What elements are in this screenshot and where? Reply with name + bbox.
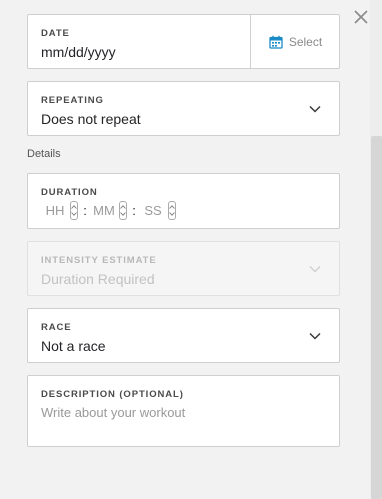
duration-label: DURATION (41, 187, 98, 198)
repeating-select[interactable]: REPEATING Does not repeat (27, 81, 340, 136)
separator: : (83, 203, 87, 218)
intensity-select: INTENSITY ESTIMATE Duration Required (27, 241, 340, 296)
scrollbar-thumb[interactable] (371, 136, 382, 499)
seconds-stepper[interactable] (168, 201, 176, 220)
duration-inputs: HH : MM : SS (41, 201, 178, 220)
chevron-down-icon[interactable] (120, 212, 126, 216)
intensity-value: Duration Required (41, 271, 155, 287)
description-field[interactable]: DESCRIPTION (OPTIONAL) Write about your … (27, 375, 340, 447)
chevron-down-icon[interactable] (308, 331, 322, 341)
close-icon[interactable] (352, 8, 370, 26)
repeating-value: Does not repeat (41, 111, 141, 127)
hours-stepper[interactable] (70, 201, 78, 220)
description-label: DESCRIPTION (OPTIONAL) (41, 389, 184, 400)
race-label: RACE (41, 322, 72, 333)
chevron-down-icon[interactable] (71, 212, 77, 216)
chevron-down-icon (309, 265, 321, 273)
chevron-up-icon[interactable] (120, 205, 126, 209)
date-field[interactable]: DATE mm/dd/yyyy Select (27, 14, 340, 69)
details-heading: Details (27, 148, 61, 160)
repeating-label: REPEATING (41, 95, 104, 106)
intensity-label: INTENSITY ESTIMATE (41, 255, 157, 266)
chevron-up-icon[interactable] (169, 205, 175, 209)
description-textarea[interactable]: Write about your workout (41, 405, 185, 420)
minutes-stepper[interactable] (119, 201, 127, 220)
duration-field[interactable]: DURATION HH : MM : SS (27, 173, 340, 229)
chevron-up-icon[interactable] (71, 205, 77, 209)
race-value: Not a race (41, 338, 106, 354)
race-select[interactable]: RACE Not a race (27, 308, 340, 363)
date-input[interactable]: mm/dd/yyyy (41, 44, 116, 60)
calendar-icon (269, 35, 283, 49)
separator: : (132, 203, 136, 218)
chevron-down-icon[interactable] (308, 104, 322, 114)
select-label: Select (288, 34, 323, 49)
hours-input[interactable]: HH (41, 203, 69, 218)
chevron-down-icon[interactable] (169, 212, 175, 216)
seconds-input[interactable]: SS (139, 203, 167, 218)
date-label: DATE (41, 28, 70, 39)
minutes-input[interactable]: MM (90, 203, 118, 218)
date-select-button[interactable]: Select (251, 15, 340, 68)
